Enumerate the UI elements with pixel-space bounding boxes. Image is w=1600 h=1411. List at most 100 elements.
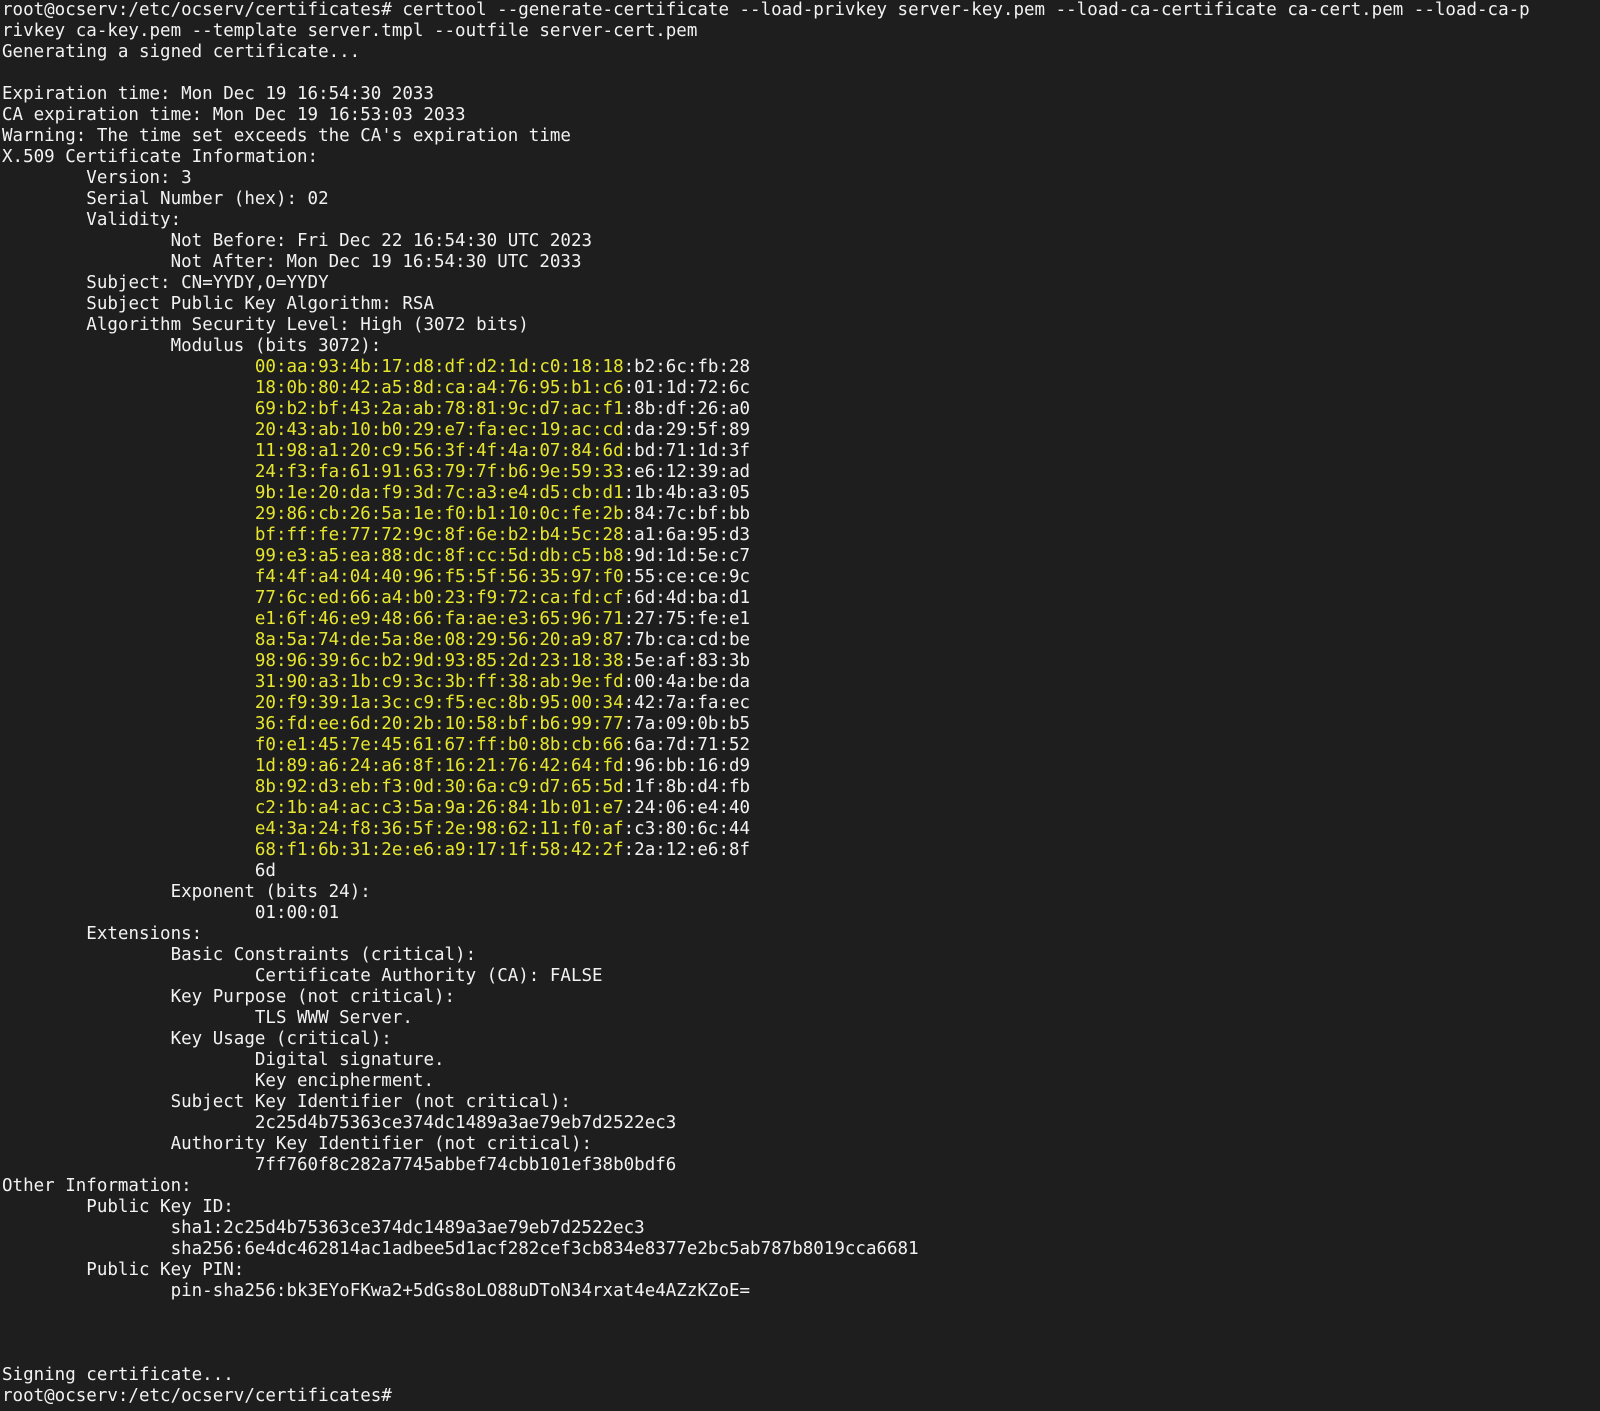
line-text: :a1:6a:95:d3 — [623, 525, 751, 545]
line-text: :7a:09:0b:b5 — [623, 714, 751, 734]
terminal-line: Digital signature. — [2, 1050, 1600, 1071]
line-text: Subject: CN=YYDY,O=YYDY — [86, 273, 329, 293]
terminal-line: X.509 Certificate Information: — [2, 147, 1600, 168]
terminal-line: pin-sha256:bk3EYoFKwa2+5dGs8oLO88uDToN34… — [2, 1281, 1600, 1302]
terminal-line: e1:6f:46:e9:48:66:fa:ae:e3:65:96:71:27:7… — [2, 609, 1600, 630]
line-text: 7ff760f8c282a7745abbef74cbb101ef38b0bdf6 — [254, 1155, 677, 1175]
terminal-line: Version: 3 — [2, 168, 1600, 189]
line-text: Not Before: Fri Dec 22 16:54:30 UTC 2023 — [170, 231, 593, 251]
line-text: Subject Key Identifier (not critical): — [170, 1092, 571, 1112]
line-text: :00:4a:be:da — [623, 672, 751, 692]
highlighted-hex: 8b:92:d3:eb:f3:0d:30:6a:c9:d7:65:5d — [254, 777, 624, 797]
line-text: Authority Key Identifier (not critical): — [170, 1134, 593, 1154]
highlighted-hex: 98:96:39:6c:b2:9d:93:85:2d:23:18:38 — [254, 651, 624, 671]
line-text: Subject Public Key Algorithm: RSA — [86, 294, 434, 314]
terminal-line: 6d — [2, 861, 1600, 882]
line-text: Validity: — [86, 210, 182, 230]
terminal-line: Other Information: — [2, 1176, 1600, 1197]
line-text: Modulus (bits 3072): — [170, 336, 382, 356]
terminal-line: 77:6c:ed:66:a4:b0:23:f9:72:ca:fd:cf:6d:4… — [2, 588, 1600, 609]
line-text: :27:75:fe:e1 — [623, 609, 751, 629]
terminal-line: Subject Key Identifier (not critical): — [2, 1092, 1600, 1113]
terminal-line: Certificate Authority (CA): FALSE — [2, 966, 1600, 987]
line-text: Warning: The time set exceeds the CA's e… — [2, 126, 571, 146]
terminal-line: sha1:2c25d4b75363ce374dc1489a3ae79eb7d25… — [2, 1218, 1600, 1239]
terminal-line: rivkey ca-key.pem --template server.tmpl… — [2, 21, 1600, 42]
terminal-line: e4:3a:24:f8:36:5f:2e:98:62:11:f0:af:c3:8… — [2, 819, 1600, 840]
terminal-line: 20:43:ab:10:b0:29:e7:fa:ec:19:ac:cd:da:2… — [2, 420, 1600, 441]
line-text: TLS WWW Server. — [254, 1008, 413, 1028]
terminal-line: Generating a signed certificate... — [2, 42, 1600, 63]
terminal-line: Not After: Mon Dec 19 16:54:30 UTC 2033 — [2, 252, 1600, 273]
terminal-line: 2c25d4b75363ce374dc1489a3ae79eb7d2522ec3 — [2, 1113, 1600, 1134]
terminal-line: 11:98:a1:20:c9:56:3f:4f:4a:07:84:6d:bd:7… — [2, 441, 1600, 462]
line-text: 6d — [254, 861, 276, 881]
line-text: :55:ce:ce:9c — [623, 567, 751, 587]
line-text: Public Key PIN: — [86, 1260, 245, 1280]
line-text: :84:7c:bf:bb — [623, 504, 751, 524]
terminal-output: root@ocserv:/etc/ocserv/certificates# ce… — [2, 0, 1600, 1407]
line-text: Key Usage (critical): — [170, 1029, 392, 1049]
terminal-line: CA expiration time: Mon Dec 19 16:53:03 … — [2, 105, 1600, 126]
terminal-line: f0:e1:45:7e:45:61:67:ff:b0:8b:cb:66:6a:7… — [2, 735, 1600, 756]
highlighted-hex: f4:4f:a4:04:40:96:f5:5f:56:35:97:f0 — [254, 567, 624, 587]
line-text: :96:bb:16:d9 — [623, 756, 751, 776]
line-text: :1b:4b:a3:05 — [623, 483, 751, 503]
line-text: Exponent (bits 24): — [170, 882, 371, 902]
line-text: 01:00:01 — [254, 903, 340, 923]
terminal-window[interactable]: root@ocserv:/etc/ocserv/certificates# ce… — [0, 0, 1600, 1411]
line-text: Not After: Mon Dec 19 16:54:30 UTC 2033 — [170, 252, 582, 272]
highlighted-hex: 8a:5a:74:de:5a:8e:08:29:56:20:a9:87 — [254, 630, 624, 650]
terminal-line: Public Key PIN: — [2, 1260, 1600, 1281]
highlighted-hex: 69:b2:bf:43:2a:ab:78:81:9c:d7:ac:f1 — [254, 399, 624, 419]
line-text: Serial Number (hex): 02 — [86, 189, 329, 209]
line-text: pin-sha256:bk3EYoFKwa2+5dGs8oLO88uDToN34… — [170, 1281, 751, 1301]
terminal-line: 98:96:39:6c:b2:9d:93:85:2d:23:18:38:5e:a… — [2, 651, 1600, 672]
terminal-line: Expiration time: Mon Dec 19 16:54:30 203… — [2, 84, 1600, 105]
line-text: :5e:af:83:3b — [623, 651, 751, 671]
terminal-line: 99:e3:a5:ea:88:dc:8f:cc:5d:db:c5:b8:9d:1… — [2, 546, 1600, 567]
line-text: :01:1d:72:6c — [623, 378, 751, 398]
terminal-line: Not Before: Fri Dec 22 16:54:30 UTC 2023 — [2, 231, 1600, 252]
terminal-line: Authority Key Identifier (not critical): — [2, 1134, 1600, 1155]
terminal-line: 8b:92:d3:eb:f3:0d:30:6a:c9:d7:65:5d:1f:8… — [2, 777, 1600, 798]
line-text: Signing certificate... — [2, 1365, 234, 1385]
terminal-line: root@ocserv:/etc/ocserv/certificates# ce… — [2, 0, 1600, 21]
line-text: :6d:4d:ba:d1 — [623, 588, 751, 608]
line-text: :8b:df:26:a0 — [623, 399, 751, 419]
line-text: :c3:80:6c:44 — [623, 819, 751, 839]
line-text: :6a:7d:71:52 — [623, 735, 751, 755]
line-text: Version: 3 — [86, 168, 192, 188]
terminal-line: Basic Constraints (critical): — [2, 945, 1600, 966]
